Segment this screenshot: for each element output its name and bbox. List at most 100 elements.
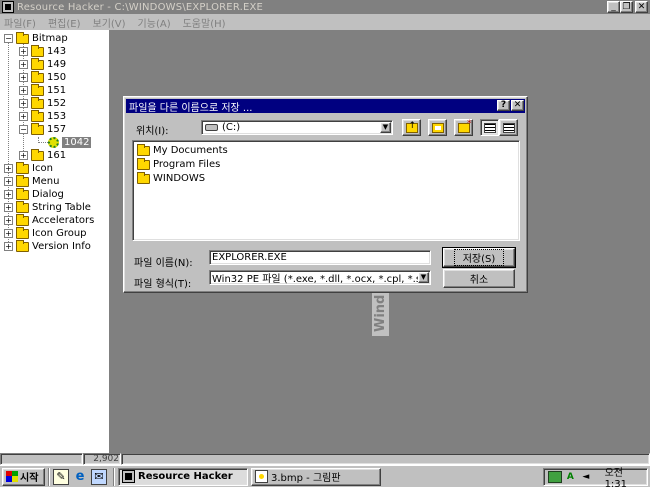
tree-item-label: Icon Group — [32, 228, 87, 239]
quicklaunch-notepad-icon[interactable]: ✎ — [53, 468, 69, 485]
expand-icon[interactable]: + — [19, 99, 28, 108]
resource-gear-icon — [48, 137, 59, 148]
expand-icon[interactable]: + — [4, 164, 13, 173]
resource-tree[interactable]: − Bitmap + 143 + 149 + 150 + 151 + 152 +… — [0, 30, 111, 453]
tree-item-string-table[interactable]: + String Table — [4, 200, 91, 214]
file-name: Program Files — [153, 159, 221, 170]
tree-item-label: Dialog — [32, 189, 64, 200]
folder-icon — [31, 44, 44, 57]
start-button[interactable]: 시작 — [2, 467, 45, 486]
new-folder-button[interactable] — [454, 119, 473, 136]
filetype-value: Win32 PE 파일 (*.exe, *.dll, *.ocx, *.cpl,… — [212, 274, 422, 285]
filename-input[interactable]: EXPLORER.EXE — [209, 250, 431, 265]
expand-icon[interactable]: + — [19, 151, 28, 160]
expand-icon[interactable]: + — [19, 86, 28, 95]
folder-icon — [16, 161, 29, 174]
folder-icon — [16, 187, 29, 200]
list-item[interactable]: WINDOWS — [137, 171, 205, 185]
dropdown-arrow-icon[interactable]: ▼ — [380, 122, 391, 133]
cancel-button[interactable]: 취소 — [443, 269, 515, 288]
language-icon[interactable]: A — [564, 471, 578, 483]
tree-item[interactable]: + 161 — [19, 148, 66, 162]
tree-item-icon[interactable]: + Icon — [4, 161, 53, 175]
task-paint[interactable]: 3.bmp - 그림판 — [251, 467, 381, 486]
quicklaunch-outlook-icon[interactable]: ✉ — [91, 468, 107, 485]
up-one-level-button[interactable] — [402, 119, 421, 136]
tree-item-menu[interactable]: + Menu — [4, 174, 60, 188]
tree-item[interactable]: + 152 — [19, 96, 66, 110]
paint-icon — [255, 470, 268, 483]
expand-icon[interactable]: + — [4, 203, 13, 212]
tree-item[interactable]: + 151 — [19, 83, 66, 97]
tree-item-label: Icon — [32, 163, 53, 174]
filename-label: 파일 이름(N): — [134, 258, 193, 269]
tree-item-bitmap[interactable]: − Bitmap — [4, 31, 68, 45]
taskbar-separator — [48, 467, 50, 486]
expand-icon[interactable]: + — [4, 190, 13, 199]
help-button[interactable]: ? — [497, 100, 510, 111]
folder-icon — [16, 226, 29, 239]
dialog-close-button[interactable]: ✕ — [511, 100, 524, 111]
expand-icon[interactable]: + — [4, 229, 13, 238]
expand-icon[interactable]: + — [19, 47, 28, 56]
tree-item-label: Menu — [32, 176, 60, 187]
desktop-button[interactable] — [428, 119, 447, 136]
expand-icon[interactable]: + — [4, 177, 13, 186]
menu-view[interactable]: 보기(V) — [93, 15, 126, 30]
expand-icon[interactable]: + — [19, 112, 28, 121]
tree-item-accelerators[interactable]: + Accelerators — [4, 213, 94, 227]
list-item[interactable]: My Documents — [137, 143, 228, 157]
minimize-button[interactable]: _ — [607, 1, 620, 13]
save-button[interactable]: 저장(S) — [442, 247, 516, 268]
tree-item[interactable]: + 143 — [19, 44, 66, 58]
list-item[interactable]: Program Files — [137, 157, 221, 171]
collapse-icon[interactable]: − — [19, 125, 28, 134]
volume-icon[interactable]: ◄ — [579, 471, 593, 483]
network-icon[interactable] — [548, 471, 562, 483]
collapse-icon[interactable]: − — [4, 34, 13, 43]
filetype-select[interactable]: Win32 PE 파일 (*.exe, *.dll, *.ocx, *.cpl,… — [209, 270, 431, 285]
menu-edit[interactable]: 편집(E) — [48, 15, 81, 30]
folder-icon — [16, 174, 29, 187]
location-value: (C:) — [222, 122, 241, 133]
expand-icon[interactable]: + — [19, 73, 28, 82]
tree-item-icon-group[interactable]: + Icon Group — [4, 226, 87, 240]
dialog-title-bar: 파일을 다른 이름으로 저장 ... ? ✕ — [126, 99, 525, 114]
file-list[interactable]: My Documents Program Files WINDOWS — [132, 140, 520, 241]
menu-action[interactable]: 기능(A) — [138, 15, 171, 30]
close-button[interactable]: ✕ — [635, 1, 648, 13]
filetype-label: 파일 형식(T): — [134, 279, 192, 290]
menu-bar: 파일(F) 편집(E) 보기(V) 기능(A) 도움말(H) — [0, 14, 650, 30]
tree-item[interactable]: + 153 — [19, 109, 66, 123]
tree-item-version-info[interactable]: + Version Info — [4, 239, 91, 253]
tree-item[interactable]: − 157 — [19, 122, 66, 136]
tree-item-dialog[interactable]: + Dialog — [4, 187, 64, 201]
details-view-button[interactable] — [499, 119, 518, 136]
menu-file[interactable]: 파일(F) — [4, 15, 36, 30]
window-title: Resource Hacker - C:\WINDOWS\EXPLORER.EX… — [17, 1, 264, 13]
list-view-button[interactable] — [480, 119, 499, 136]
dropdown-arrow-icon[interactable]: ▼ — [418, 272, 429, 283]
restore-button[interactable]: ❐ — [620, 1, 633, 13]
location-combo[interactable]: (C:) ▼ — [201, 120, 393, 135]
quicklaunch-ie-icon[interactable]: e — [72, 469, 88, 485]
status-pane — [0, 453, 83, 465]
tree-item[interactable]: + 149 — [19, 57, 66, 71]
start-label: 시작 — [20, 473, 39, 484]
folder-icon — [137, 171, 150, 184]
tree-item-selected[interactable]: 1042 — [48, 136, 92, 149]
tree-item-label: 150 — [47, 72, 67, 83]
status-pane-position: 2,902 — [83, 453, 121, 465]
tree-item-label: String Table — [32, 202, 91, 213]
menu-help[interactable]: 도움말(H) — [183, 15, 226, 30]
app-icon — [2, 1, 14, 13]
folder-icon — [31, 148, 44, 161]
clock[interactable]: 오전 1:31 — [605, 464, 647, 487]
tree-item[interactable]: + 150 — [19, 70, 67, 84]
folder-icon — [31, 109, 44, 122]
expand-icon[interactable]: + — [19, 60, 28, 69]
expand-icon[interactable]: + — [4, 216, 13, 225]
task-resource-hacker[interactable]: Resource Hacker — [118, 467, 248, 486]
expand-icon[interactable]: + — [4, 242, 13, 251]
status-bar: 2,902 — [0, 453, 650, 465]
